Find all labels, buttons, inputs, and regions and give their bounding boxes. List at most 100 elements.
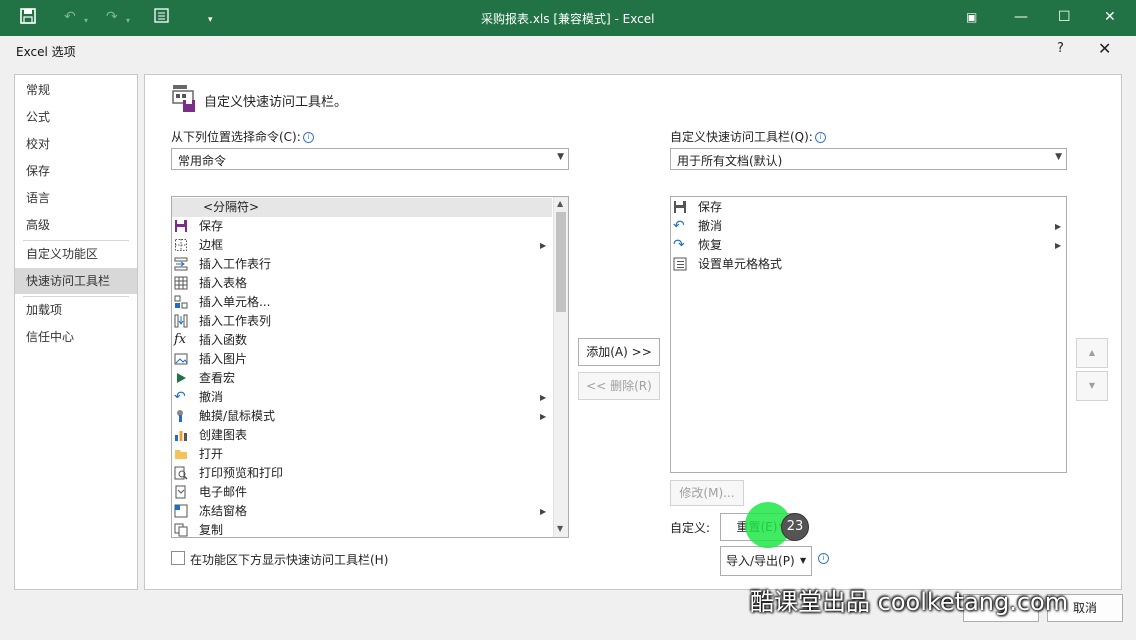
list-item[interactable]: 插入图片 (172, 350, 552, 369)
commands-scrollbar[interactable]: ▲ ▼ (553, 197, 568, 537)
undo-icon: ↶ (174, 389, 186, 405)
list-item[interactable]: 复制 (172, 521, 552, 537)
list-item[interactable]: 插入单元格... (172, 293, 552, 312)
list-item-label: 撤消 (698, 219, 723, 233)
excel-title-bar: ↶ ▾ ↷ ▾ ▾ 采购报表.xls [兼容模式] - Excel ▣ — ☐ … (0, 0, 1136, 36)
dialog-title: Excel 选项 (16, 45, 76, 59)
undo-dropdown-icon[interactable]: ▾ (84, 12, 88, 30)
list-item-label: 复制 (199, 523, 224, 537)
list-item[interactable]: 插入工作表行 (172, 255, 552, 274)
macro-icon (174, 371, 188, 385)
list-item[interactable]: fx 插入函数 (172, 331, 552, 350)
customize-qat-select[interactable]: 用于所有文档(默认) ▼ (670, 148, 1067, 170)
step-badge: 23 (781, 513, 809, 541)
scroll-thumb[interactable] (556, 212, 566, 312)
ribbon-display-icon[interactable]: ▣ (966, 8, 977, 26)
list-item[interactable]: 打印预览和打印 (172, 464, 552, 483)
toolbar-items-list[interactable]: 保存 ↶ 撤消 ▶ ↷ 恢复 ▶ 设置单元格格式 (670, 196, 1067, 473)
info-icon: i (814, 132, 826, 143)
dialog-close-button[interactable]: ✕ (1098, 39, 1111, 58)
choose-commands-select[interactable]: 常用命令 ▼ (171, 148, 569, 170)
nav-item-addins[interactable]: 加载项 (15, 297, 137, 323)
format-cells-icon (673, 257, 687, 271)
list-item[interactable]: 创建图表 (172, 426, 552, 445)
nav-item-proofing[interactable]: 校对 (15, 131, 137, 157)
add-button[interactable]: 添加(A) >> (578, 338, 660, 366)
nav-item-advanced[interactable]: 高级 (15, 212, 137, 238)
customize-qat-icon[interactable]: ▾ (208, 11, 213, 29)
maximize-icon[interactable]: ☐ (1058, 8, 1071, 26)
email-icon (174, 485, 188, 499)
list-item[interactable]: ↷ 恢复 ▶ (671, 236, 1066, 255)
info-icon: i (302, 132, 314, 143)
list-item[interactable]: <分隔符> (172, 198, 552, 217)
list-item-label: 插入工作表列 (199, 314, 272, 328)
page-heading: 自定义快速访问工具栏。 (204, 95, 348, 110)
list-item-label: 插入图片 (199, 352, 248, 366)
list-item[interactable]: 设置单元格格式 (671, 255, 1066, 274)
undo-icon[interactable]: ↶ (64, 8, 76, 26)
list-item[interactable]: 打开 (172, 445, 552, 464)
insert-cell-icon (174, 295, 188, 309)
customize-qat-label: 自定义快速访问工具栏(Q): i (670, 128, 826, 145)
scroll-up-icon[interactable]: ▲ (557, 199, 563, 208)
freeze-icon (174, 504, 188, 518)
nav-item-trust-center[interactable]: 信任中心 (15, 324, 137, 350)
list-item-label: 设置单元格格式 (698, 257, 783, 271)
list-item-label: 恢复 (698, 238, 723, 252)
list-item[interactable]: ↶ 撤消 ▶ (172, 388, 552, 407)
list-item[interactable]: 保存 (172, 217, 552, 236)
list-item-label: 查看宏 (199, 371, 236, 385)
move-up-button[interactable]: ▲ (1076, 338, 1108, 368)
nav-item-customize-ribbon[interactable]: 自定义功能区 (15, 241, 137, 267)
chevron-down-icon: ▼ (1055, 152, 1062, 162)
open-icon (174, 447, 188, 461)
chevron-down-icon: ▼ (557, 152, 564, 162)
import-export-button[interactable]: 导入/导出(P) ▼ (720, 546, 812, 576)
submenu-arrow-icon: ▶ (540, 507, 547, 516)
list-item-label: <分隔符> (203, 200, 260, 214)
list-item[interactable]: 冻结窗格 ▶ (172, 502, 552, 521)
nav-item-formulas[interactable]: 公式 (15, 104, 137, 130)
redo-icon[interactable]: ↷ (106, 8, 118, 26)
minimize-icon[interactable]: — (1014, 8, 1028, 26)
copy-icon (174, 523, 188, 537)
list-item-label: 打印预览和打印 (199, 466, 284, 480)
show-below-ribbon-checkbox[interactable] (171, 551, 185, 565)
qat-heading-icon (171, 83, 199, 116)
list-item[interactable]: ↶ 撤消 ▶ (671, 217, 1066, 236)
submenu-arrow-icon: ▶ (1055, 241, 1062, 250)
list-item-label: 创建图表 (199, 428, 248, 442)
list-item-label: 电子邮件 (199, 485, 248, 499)
list-item-label: 插入单元格... (199, 295, 271, 309)
list-item[interactable]: 插入表格 (172, 274, 552, 293)
remove-button[interactable]: << 删除(R) (578, 372, 660, 400)
list-item[interactable]: 电子邮件 (172, 483, 552, 502)
redo-dropdown-icon[interactable]: ▾ (126, 12, 130, 30)
nav-item-general[interactable]: 常规 (15, 77, 137, 103)
print-preview-icon (174, 466, 188, 480)
list-item-label: 保存 (698, 200, 723, 214)
nav-item-quick-access-toolbar[interactable]: 快速访问工具栏 (15, 268, 137, 294)
save-icon (673, 200, 687, 214)
save-icon[interactable] (20, 8, 36, 29)
list-item[interactable]: 查看宏 (172, 369, 552, 388)
format-cells-icon[interactable] (154, 8, 169, 28)
list-item-label: 插入表格 (199, 276, 248, 290)
list-item[interactable]: 触摸/鼠标模式 ▶ (172, 407, 552, 426)
commands-list[interactable]: <分隔符> 保存 边框 ▶ 插入工作表行 插入表格 插入单元格... 插入工作表… (171, 196, 569, 538)
list-item[interactable]: 保存 (671, 198, 1066, 217)
nav-item-save[interactable]: 保存 (15, 158, 137, 184)
choose-commands-value: 常用命令 (178, 154, 227, 168)
list-item[interactable]: 边框 ▶ (172, 236, 552, 255)
move-down-button[interactable]: ▼ (1076, 371, 1108, 401)
undo-icon: ↶ (673, 218, 685, 234)
watermark: 酷课堂出品 coolketang.com (750, 588, 1069, 616)
window-close-icon[interactable]: ✕ (1104, 8, 1116, 26)
nav-item-language[interactable]: 语言 (15, 185, 137, 211)
modify-button[interactable]: 修改(M)... (670, 480, 744, 506)
help-button[interactable]: ? (1057, 41, 1064, 56)
list-item-label: 边框 (199, 238, 224, 252)
list-item[interactable]: 插入工作表列 (172, 312, 552, 331)
scroll-down-icon[interactable]: ▼ (557, 524, 563, 533)
